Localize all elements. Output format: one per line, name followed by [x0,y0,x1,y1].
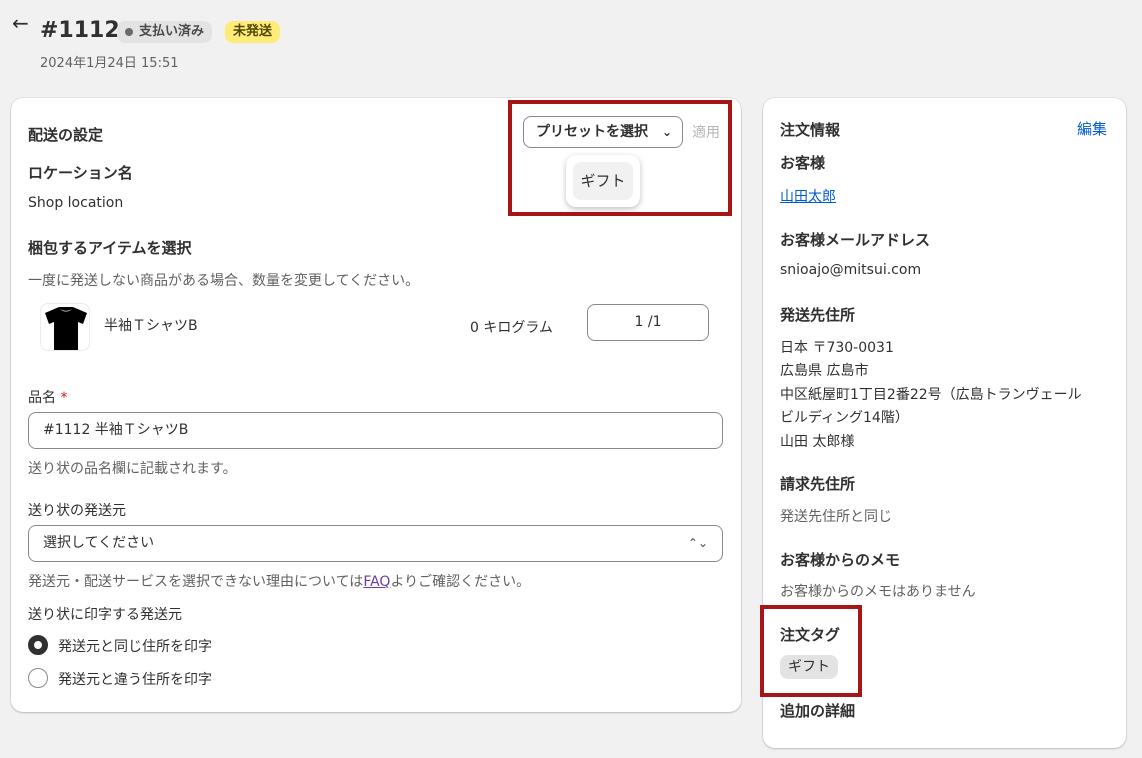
shipping-settings-title: 配送の設定 [28,126,104,144]
order-info-title: 注文情報 [780,121,841,139]
items-help: 一度に発送しない商品がある場合、数量を変更してください。 [28,273,420,289]
customer-heading: お客様 [780,154,826,172]
customer-name-link[interactable]: 山田太郎 [780,186,836,206]
sender-help-text: 発送元・配送サービスを選択できない理由については [28,574,364,590]
billing-heading: 請求先住所 [780,475,856,493]
memo-value: お客様からのメモはありません [780,584,976,600]
edit-link[interactable]: 編集 [1077,118,1107,139]
customer-email: snioajo@mitsui.com [780,262,922,278]
payment-status-text: 支払い済み [139,24,205,39]
address-line: 中区紙屋町1丁目2番22号（広島トランヴェール [780,387,1082,403]
order-number: #1112 [40,18,120,43]
fulfillment-status-badge: 未発送 [225,21,281,43]
preset-select[interactable]: プリセットを選択 ⌄ [523,116,683,148]
shipping-address-heading: 発送先住所 [780,306,856,324]
item-weight: 0 キログラム [470,320,553,336]
required-mark: * [60,390,68,406]
preset-option-gift[interactable]: ギフト [573,162,633,200]
memo-heading: お客様からのメモ [780,551,901,569]
radio-same-address[interactable] [28,635,48,655]
radio-different-address-label[interactable]: 発送元と違う住所を印字 [58,669,212,689]
address-line: 山田 太郎様 [780,434,855,450]
email-heading: お客様メールアドレス [780,231,931,249]
quantity-input[interactable]: 1 /1 [587,304,709,341]
faq-link[interactable]: FAQ [363,574,390,590]
address-line: ビルディング14階） [780,410,909,426]
tags-heading: 注文タグ [780,626,841,644]
product-name-label-text: 品名 [28,390,56,406]
tshirt-icon [45,307,87,350]
print-sender-label: 送り状に印字する発送元 [28,607,182,623]
sender-label: 送り状の発送元 [28,503,126,519]
billing-value: 発送先住所と同じ [780,509,892,525]
product-name-label: 品名 * [28,387,67,407]
product-thumbnail [40,303,90,351]
radio-same-address-label[interactable]: 発送元と同じ住所を印字 [58,636,212,656]
sender-help: 発送元・配送サービスを選択できない理由についてはFAQよりご確認ください。 [28,571,530,591]
tag-chip-gift: ギフト [780,655,838,679]
preset-select-label: プリセットを選択 [536,124,648,140]
additional-details-heading: 追加の詳細 [780,702,856,720]
select-updown-icon: ⌃⌄ [687,536,708,550]
product-name-input[interactable]: #1112 半袖ＴシャツB [28,412,723,449]
apply-button[interactable]: 適用 [692,122,720,142]
back-arrow-icon[interactable]: ← [12,12,36,36]
status-dot-icon [125,28,133,36]
items-heading: 梱包するアイテムを選択 [28,239,192,257]
location-heading: ロケーション名 [28,164,133,182]
address-line: 広島県 広島市 [780,363,869,379]
location-value: Shop location [28,195,124,211]
item-name: 半袖ＴシャツB [104,318,198,334]
order-date: 2024年1月24日 15:51 [40,56,179,71]
radio-different-address[interactable] [28,668,48,688]
payment-status-badge: 支払い済み [117,21,213,43]
product-name-help: 送り状の品名欄に記載されます。 [28,461,237,477]
sender-help-text-end: よりご確認ください。 [390,574,531,590]
sender-select[interactable]: 選択してください ⌃⌄ [28,525,723,562]
address-line: 日本 〒730-0031 [780,340,894,356]
sender-select-placeholder: 選択してください [43,535,155,551]
chevron-down-icon: ⌄ [661,125,672,139]
